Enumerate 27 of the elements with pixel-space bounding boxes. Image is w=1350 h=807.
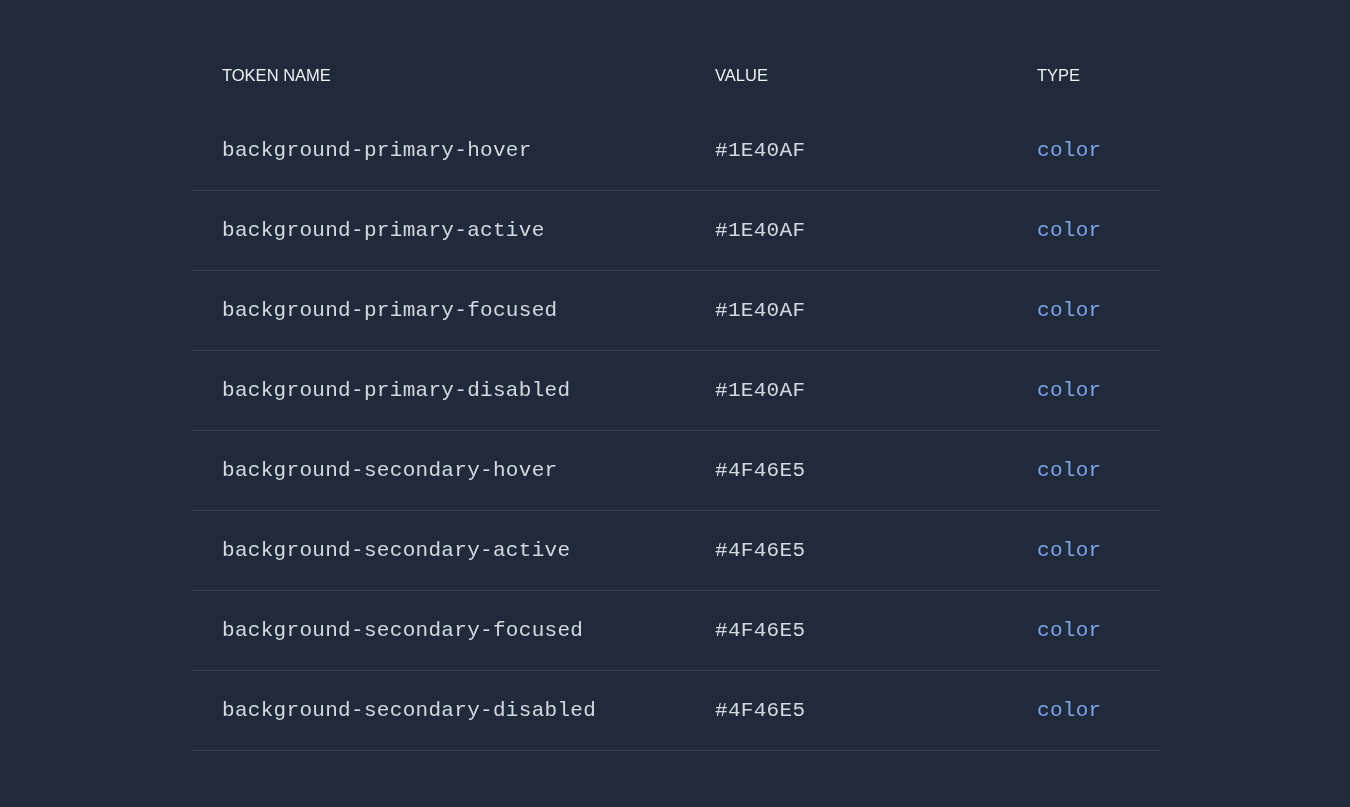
token-type: color bbox=[1037, 459, 1103, 482]
token-type: color bbox=[1037, 299, 1103, 322]
token-name: background-primary-focused bbox=[221, 299, 559, 322]
token-value: #4F46E5 bbox=[715, 619, 807, 642]
token-value: #1E40AF bbox=[715, 299, 807, 322]
token-name: background-secondary-hover bbox=[221, 459, 559, 482]
token-type: color bbox=[1037, 699, 1103, 722]
token-value: #1E40AF bbox=[715, 219, 807, 242]
token-type: color bbox=[1037, 539, 1103, 562]
token-name: background-secondary-active bbox=[221, 539, 572, 562]
token-value: #4F46E5 bbox=[715, 539, 807, 562]
token-value: #1E40AF bbox=[715, 139, 807, 162]
column-header: TYPE bbox=[1037, 66, 1082, 85]
token-name: background-secondary-focused bbox=[221, 619, 585, 642]
token-type: color bbox=[1037, 139, 1103, 162]
token-name: background-secondary-disabled bbox=[221, 699, 598, 722]
token-value: #4F46E5 bbox=[715, 699, 807, 722]
token-type: color bbox=[1037, 219, 1103, 242]
column-header: TOKEN NAME bbox=[221, 66, 332, 85]
token-value: #4F46E5 bbox=[715, 459, 807, 482]
token-type: color bbox=[1037, 619, 1103, 642]
token-type: color bbox=[1037, 379, 1103, 402]
token-name: background-primary-hover bbox=[221, 139, 533, 162]
token-value: #1E40AF bbox=[715, 379, 807, 402]
token-name: background-primary-disabled bbox=[221, 379, 572, 402]
column-header: VALUE bbox=[715, 66, 769, 85]
token-name: background-primary-active bbox=[221, 219, 546, 242]
